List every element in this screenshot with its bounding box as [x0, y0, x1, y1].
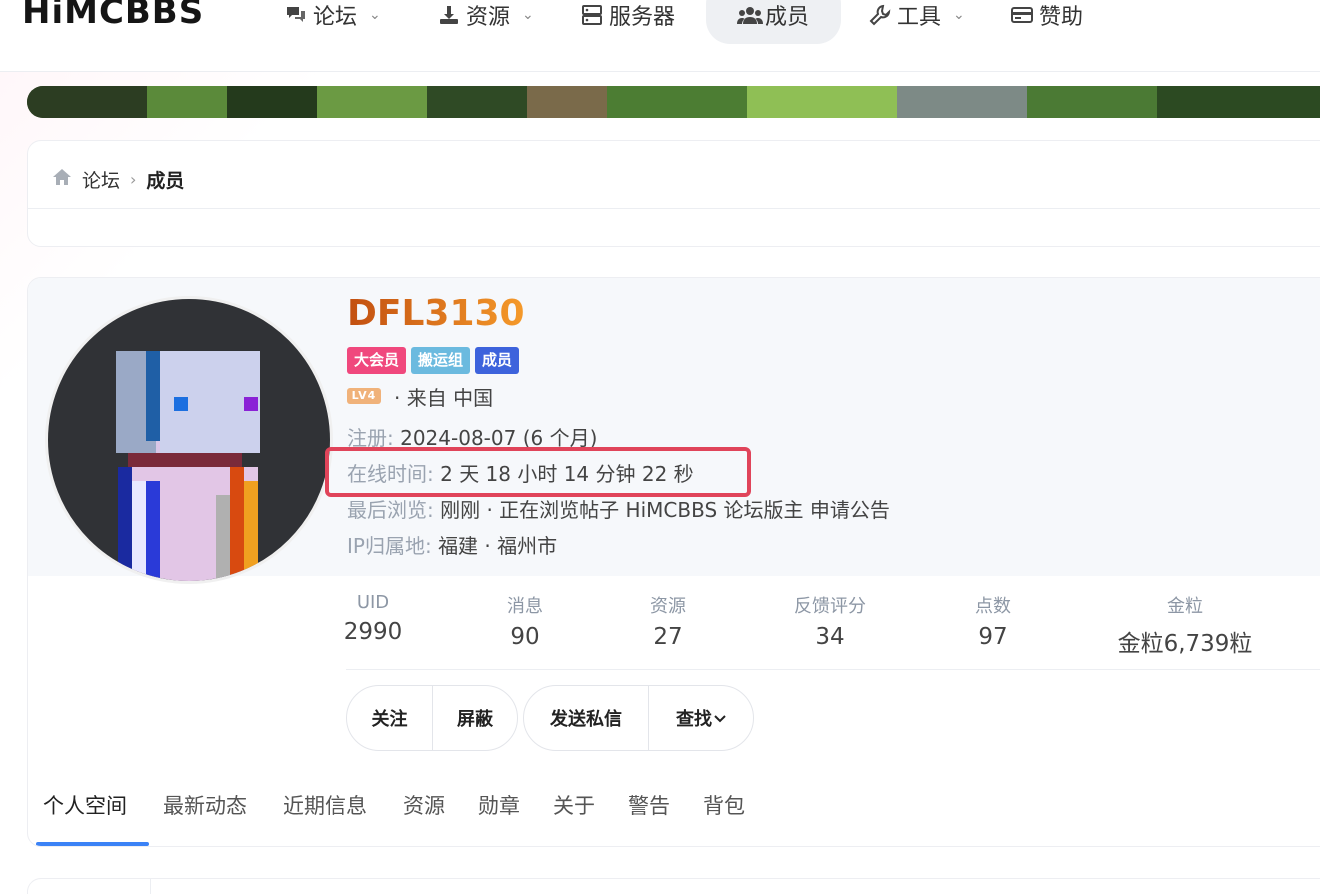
stat-label: 反馈评分 [794, 596, 866, 617]
divider [28, 208, 1320, 209]
active-tab-indicator [36, 842, 149, 846]
header-banner-image [27, 86, 1320, 118]
badge-member: 成员 [475, 347, 520, 374]
chevron-down-icon: ⌄ [522, 7, 534, 23]
tab-latest-activity[interactable]: 最新动态 [163, 790, 247, 820]
online-time-highlight [325, 447, 751, 497]
nav-item-sponsor[interactable]: 赞助 [1011, 0, 1083, 30]
chevron-down-icon [714, 708, 726, 729]
nav-label-members: 成员 [765, 5, 810, 30]
stat-value: 金粒6,739粒 [1117, 631, 1253, 657]
stat-value: 97 [978, 624, 1008, 650]
chevron-down-icon: ⌄ [369, 7, 381, 23]
block-button[interactable]: 屏蔽 [432, 686, 517, 750]
last-seen: 最后浏览: 刚刚 · 正在浏览帖子 HiMCBBS 论坛版主 申请公告 [347, 494, 890, 523]
stat-value: 34 [815, 624, 845, 650]
stat-points[interactable]: 点数 97 [948, 592, 1038, 650]
stat-gold: 金粒 金粒6,739粒 [1100, 592, 1270, 658]
tab-medals[interactable]: 勋章 [478, 790, 520, 820]
badge-porter-group: 搬运组 [411, 347, 471, 374]
top-navbar: HiMCBBS 论坛 ⌄ 资源 ⌄ 服务器 成员 工具 ⌄ 赞助 [0, 0, 1320, 72]
tab-recent-info[interactable]: 近期信息 [283, 790, 367, 820]
divider [346, 669, 1320, 670]
wrench-icon [869, 4, 891, 26]
user-badges: 大会员 搬运组 成员 [347, 347, 520, 374]
download-icon [438, 4, 460, 26]
find-dropdown-button[interactable]: 查找 [647, 686, 753, 750]
nav-label-sponsor: 赞助 [1039, 5, 1084, 30]
nav-label-resources: 资源 [466, 5, 511, 30]
level-badge: LV4 [347, 388, 381, 404]
chevron-down-icon: ⌄ [953, 7, 965, 23]
server-icon [581, 4, 603, 26]
nav-item-resources[interactable]: 资源 ⌄ [438, 0, 534, 30]
nav-item-servers[interactable]: 服务器 [581, 0, 675, 30]
stat-value: 27 [653, 624, 683, 650]
ip-location: IP归属地: 福建 · 福州市 [347, 530, 557, 559]
ip-label: IP归属地: [347, 534, 432, 558]
user-location: · 来自 中国 [394, 386, 494, 410]
follow-block-group: 关注 屏蔽 [346, 685, 518, 751]
card-icon [1011, 4, 1033, 26]
divider [150, 879, 151, 894]
stat-value: 2990 [343, 619, 403, 645]
nav-label-tools: 工具 [897, 5, 942, 30]
badge-vip: 大会员 [347, 347, 407, 374]
stat-feedback[interactable]: 反馈评分 34 [770, 592, 890, 650]
site-logo[interactable]: HiMCBBS [22, 0, 204, 32]
nav-item-tools[interactable]: 工具 ⌄ [869, 0, 965, 30]
stat-uid: UID 2990 [328, 592, 418, 645]
last-seen-label: 最后浏览: [347, 498, 434, 522]
chat-icon [285, 4, 307, 26]
stat-label: 金粒 [1167, 596, 1203, 617]
stat-messages[interactable]: 消息 90 [480, 592, 570, 650]
tab-warnings[interactable]: 警告 [628, 790, 670, 820]
stat-resources[interactable]: 资源 27 [623, 592, 713, 650]
last-seen-value[interactable]: 刚刚 · 正在浏览帖子 HiMCBBS 论坛版主 申请公告 [440, 498, 890, 522]
find-label: 查找 [675, 709, 712, 730]
breadcrumb-card: 论坛 › 成员 [27, 140, 1320, 247]
ip-value: 福建 · 福州市 [438, 534, 558, 558]
username[interactable]: DFL3130 [347, 293, 525, 334]
avatar[interactable] [45, 296, 333, 584]
follow-button[interactable]: 关注 [347, 686, 432, 750]
tab-about[interactable]: 关于 [553, 790, 595, 820]
breadcrumb-item-forum[interactable]: 论坛 [82, 166, 120, 193]
profile-tabs: 个人空间 最新动态 近期信息 资源 勋章 关于 警告 背包 [28, 768, 1320, 846]
nav-label-forum: 论坛 [313, 5, 358, 30]
nav-item-members[interactable]: 成员 [737, 0, 809, 30]
tab-personal-space[interactable]: 个人空间 [43, 790, 127, 820]
home-icon[interactable] [52, 168, 72, 191]
stat-label: 资源 [650, 596, 686, 617]
profile-card: DFL3130 大会员 搬运组 成员 LV4 · 来自 中国 注册: 2024-… [27, 277, 1320, 847]
breadcrumb: 论坛 › 成员 [52, 166, 184, 193]
stat-value: 90 [510, 624, 540, 650]
content-card [27, 878, 1320, 894]
message-find-group: 发送私信 查找 [523, 685, 754, 751]
stat-label: 消息 [507, 596, 543, 617]
users-icon [737, 4, 763, 26]
send-message-button[interactable]: 发送私信 [524, 686, 648, 750]
nav-item-forum[interactable]: 论坛 ⌄ [285, 0, 381, 30]
tab-backpack[interactable]: 背包 [703, 790, 745, 820]
tab-resources[interactable]: 资源 [403, 790, 445, 820]
breadcrumb-item-members: 成员 [146, 170, 185, 192]
chevron-right-icon: › [130, 170, 137, 189]
stat-label: UID [356, 592, 390, 613]
nav-label-servers: 服务器 [609, 5, 676, 30]
stat-label: 点数 [975, 596, 1011, 617]
